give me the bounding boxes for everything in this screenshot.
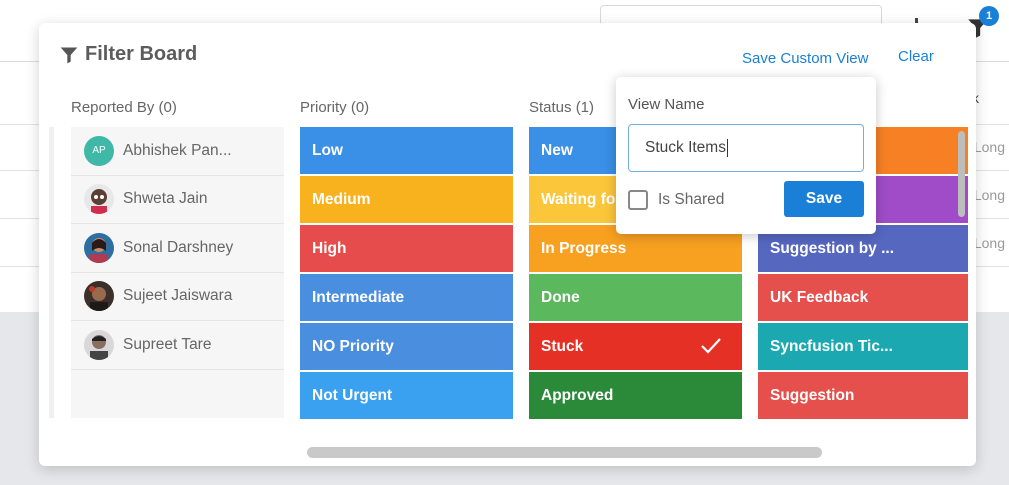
tag-uk-feedback-card[interactable]: UK Feedback [758, 274, 968, 321]
priority-high-card[interactable]: High [300, 225, 513, 272]
priority-header: Priority (0) [300, 99, 370, 116]
reporter-name: Supreet Tare [123, 335, 212, 353]
reporter-name: Abhishek Pan... [123, 141, 232, 159]
column-edge [49, 127, 54, 418]
view-name-value: Stuck Items [645, 139, 726, 156]
priority-intermediate-card[interactable]: Intermediate [300, 274, 513, 321]
text-caret [726, 138, 728, 157]
tag-syncfusion-card[interactable]: Syncfusion Tic... [758, 323, 968, 370]
reported-by-header: Reported By (0) [71, 99, 177, 116]
reporter-item[interactable]: AP Abhishek Pan... [71, 127, 284, 176]
avatar [84, 281, 114, 312]
is-shared-label: Is Shared [658, 191, 725, 208]
panel-title-text: Filter Board [85, 43, 198, 65]
filter-count-badge: 1 [979, 6, 999, 26]
avatar [84, 184, 114, 215]
avatar [84, 329, 114, 360]
avatar [84, 232, 114, 263]
checkmark-icon [701, 338, 721, 354]
status-approved-card[interactable]: Approved [529, 372, 742, 419]
clear-link[interactable]: Clear [898, 48, 934, 65]
bg-cell-text: Long [973, 235, 1005, 251]
reporter-name: Sujeet Jaiswara [123, 287, 233, 305]
reporter-item[interactable]: Sujeet Jaiswara [71, 273, 284, 321]
funnel-icon [60, 47, 78, 63]
status-done-card[interactable]: Done [529, 274, 742, 321]
reported-by-column: Reported By (0) [71, 99, 284, 127]
priority-not-urgent-card[interactable]: Not Urgent [300, 372, 513, 419]
bg-cell-text: Long [973, 139, 1005, 155]
reporter-name: Shweta Jain [123, 190, 208, 208]
reporter-name: Sonal Darshney [123, 238, 234, 256]
reporter-item[interactable]: Supreet Tare [71, 321, 284, 370]
reporter-item[interactable]: Shweta Jain [71, 176, 284, 224]
bg-cell-text: Long [973, 187, 1005, 203]
panel-title: Filter Board [59, 43, 197, 66]
priority-column: Priority (0) Low Medium High Intermediat… [300, 99, 513, 421]
reporter-item[interactable]: Sonal Darshney [71, 224, 284, 273]
vertical-scrollbar[interactable] [958, 131, 965, 217]
priority-low-card[interactable]: Low [300, 127, 513, 174]
view-name-input[interactable]: Stuck Items [628, 124, 864, 172]
is-shared-checkbox[interactable] [628, 190, 648, 210]
tag-suggestion-card[interactable]: Suggestion [758, 372, 968, 419]
priority-medium-card[interactable]: Medium [300, 176, 513, 223]
status-stuck-card[interactable]: Stuck [529, 323, 742, 370]
status-stuck-label: Stuck [541, 338, 584, 355]
view-name-label: View Name [628, 96, 705, 113]
save-custom-view-link[interactable]: Save Custom View [742, 50, 868, 67]
avatar: AP [84, 135, 114, 166]
horizontal-scrollbar[interactable] [307, 447, 822, 458]
priority-no-priority-card[interactable]: NO Priority [300, 323, 513, 370]
save-button[interactable]: Save [784, 181, 864, 217]
save-view-popup: View Name Stuck Items Is Shared Save [616, 77, 876, 234]
reported-by-list: AP Abhishek Pan... Shweta Jain Sonal Dar… [71, 127, 284, 418]
